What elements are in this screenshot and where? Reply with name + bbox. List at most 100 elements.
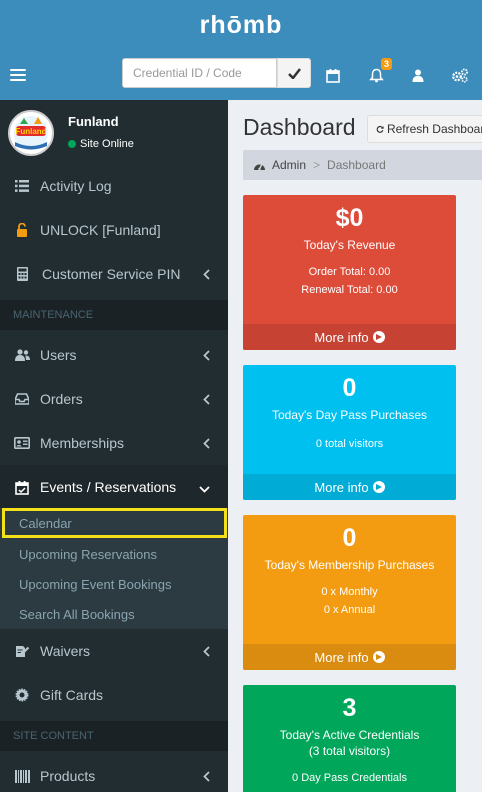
sidebar-subitem-upcoming-event-bookings[interactable]: Upcoming Event Bookings [0, 569, 228, 599]
refresh-dashboard-button[interactable]: Refresh Dashboard [367, 115, 482, 143]
sidebar-item-orders[interactable]: Orders [0, 377, 228, 421]
sidebar-item-users[interactable]: Users [0, 333, 228, 377]
cogs-icon [452, 68, 468, 83]
site-name: Funland [68, 114, 119, 129]
renewal-total: Renewal Total: 0.00 [301, 284, 398, 296]
sidebar-item-label: Gift Cards [40, 687, 104, 703]
events-submenu: Calendar Upcoming Reservations Upcoming … [0, 508, 228, 629]
credentials-value: 3 [342, 694, 357, 722]
breadcrumb-current: Dashboard [327, 158, 386, 172]
chevron-down-icon [199, 480, 210, 496]
sidebar-item-customer-service-pin[interactable]: Customer Service PIN [0, 252, 228, 296]
sidebar-subitem-upcoming-reservations[interactable]: Upcoming Reservations [0, 539, 228, 569]
sidebar-subitem-search-all-bookings[interactable]: Search All Bookings [0, 599, 228, 629]
users-icon [14, 349, 30, 361]
settings-button[interactable] [448, 63, 472, 87]
sidebar-header-site-content: SITE CONTENT [0, 721, 228, 751]
sidebar-toggle-icon[interactable] [10, 66, 26, 84]
site-status-label: Site Online [80, 138, 134, 150]
barcode-icon [14, 769, 30, 783]
revenue-box: $0 Today's Revenue Order Total: 0.00 Ren… [243, 195, 456, 350]
sidebar-item-label: Events / Reservations [40, 479, 177, 495]
funland-logo: Funland [11, 113, 51, 153]
inbox-icon [14, 393, 30, 405]
logo-text: rhōmb [199, 10, 283, 39]
revenue-more-info-link[interactable]: More info [243, 324, 456, 350]
notification-badge: 3 [380, 58, 392, 70]
calendar-check-icon [14, 480, 30, 495]
dashboard-icon [254, 163, 265, 170]
chevron-left-icon [203, 436, 210, 452]
sidebar-item-activity-log[interactable]: Activity Log [0, 164, 228, 208]
calendar-nav-button[interactable] [321, 63, 345, 87]
site-status: Site Online [68, 138, 134, 150]
user-menu-button[interactable] [406, 63, 430, 87]
sidebar-item-label: Products [40, 768, 96, 784]
chevron-left-icon [203, 644, 210, 660]
unlock-icon [14, 223, 30, 237]
membership-annual: 0 x Annual [323, 604, 376, 616]
day-pass-label: Today's Day Pass Purchases [271, 408, 428, 422]
sidebar-item-label: Customer Service PIN [42, 266, 181, 282]
check-icon [287, 67, 301, 79]
refresh-icon [376, 125, 384, 133]
chevron-left-icon [203, 267, 210, 283]
chevron-left-icon [203, 769, 210, 785]
sidebar-item-label: Orders [40, 391, 83, 407]
calculator-icon [14, 267, 30, 281]
online-status-dot-icon [68, 140, 76, 148]
sidebar-item-gift-cards[interactable]: Gift Cards [0, 673, 228, 717]
avatar: Funland [8, 110, 54, 156]
sidebar-header-maintenance: MAINTENANCE [0, 300, 228, 330]
check-credential-button[interactable] [277, 58, 311, 88]
sidebar-item-label: Activity Log [40, 178, 112, 194]
breadcrumb: Admin > Dashboard [243, 150, 482, 180]
sidebar-item-memberships[interactable]: Memberships [0, 421, 228, 465]
day-pass-value: 0 [342, 374, 357, 402]
top-navbar: 3 [0, 50, 482, 100]
bell-icon [368, 68, 384, 82]
arrow-circle-right-icon [372, 481, 385, 493]
membership-monthly: 0 x Monthly [321, 586, 378, 598]
sidebar: Funland Funland Site Online Activity Log… [0, 100, 228, 792]
membership-box: 0 Today's Membership Purchases 0 x Month… [243, 515, 456, 670]
revenue-label: Today's Revenue [303, 238, 396, 252]
membership-value: 0 [342, 524, 357, 552]
chevron-left-icon [203, 392, 210, 408]
arrow-circle-right-icon [372, 331, 385, 343]
sidebar-item-unlock[interactable]: UNLOCK [Funland] [0, 208, 228, 252]
list-icon [14, 180, 30, 192]
user-icon [412, 69, 424, 82]
revenue-value: $0 [335, 204, 364, 232]
day-pass-credentials: 0 Day Pass Credentials [292, 772, 407, 784]
notifications-button[interactable]: 3 [364, 58, 392, 87]
sidebar-item-label: Users [40, 347, 77, 363]
certificate-icon [14, 688, 30, 702]
svg-text:Funland: Funland [15, 127, 46, 136]
breadcrumb-separator: > [313, 158, 321, 172]
day-pass-box: 0 Today's Day Pass Purchases 0 total vis… [243, 365, 456, 500]
sidebar-item-waivers[interactable]: Waivers [0, 629, 228, 673]
arrow-circle-right-icon [372, 651, 385, 663]
order-total: Order Total: 0.00 [308, 266, 391, 278]
breadcrumb-home[interactable]: Admin [272, 158, 306, 172]
chevron-left-icon [203, 348, 210, 364]
app-logo[interactable]: rhōmb [0, 0, 482, 50]
credentials-label: Today's Active Credentials [279, 728, 420, 742]
refresh-label: Refresh Dashboard [386, 122, 482, 136]
sidebar-subitem-calendar[interactable]: Calendar [2, 508, 227, 538]
page-title: Dashboard [243, 114, 356, 140]
sidebar-item-label: UNLOCK [Funland] [40, 222, 161, 238]
sidebar-item-products[interactable]: Products [0, 754, 228, 792]
calendar-icon [326, 68, 340, 83]
sidebar-item-label: Memberships [40, 435, 125, 451]
credential-input[interactable] [122, 58, 277, 88]
signature-icon [14, 645, 30, 658]
day-pass-more-info-link[interactable]: More info [243, 474, 456, 500]
sidebar-item-events-reservations[interactable]: Events / Reservations [0, 465, 228, 509]
membership-label: Today's Membership Purchases [264, 558, 435, 572]
user-panel: Funland Funland Site Online [0, 100, 228, 164]
membership-more-info-link[interactable]: More info [243, 644, 456, 670]
sidebar-item-label: Waivers [40, 643, 91, 659]
credentials-box: 3 Today's Active Credentials (3 total vi… [243, 685, 456, 792]
